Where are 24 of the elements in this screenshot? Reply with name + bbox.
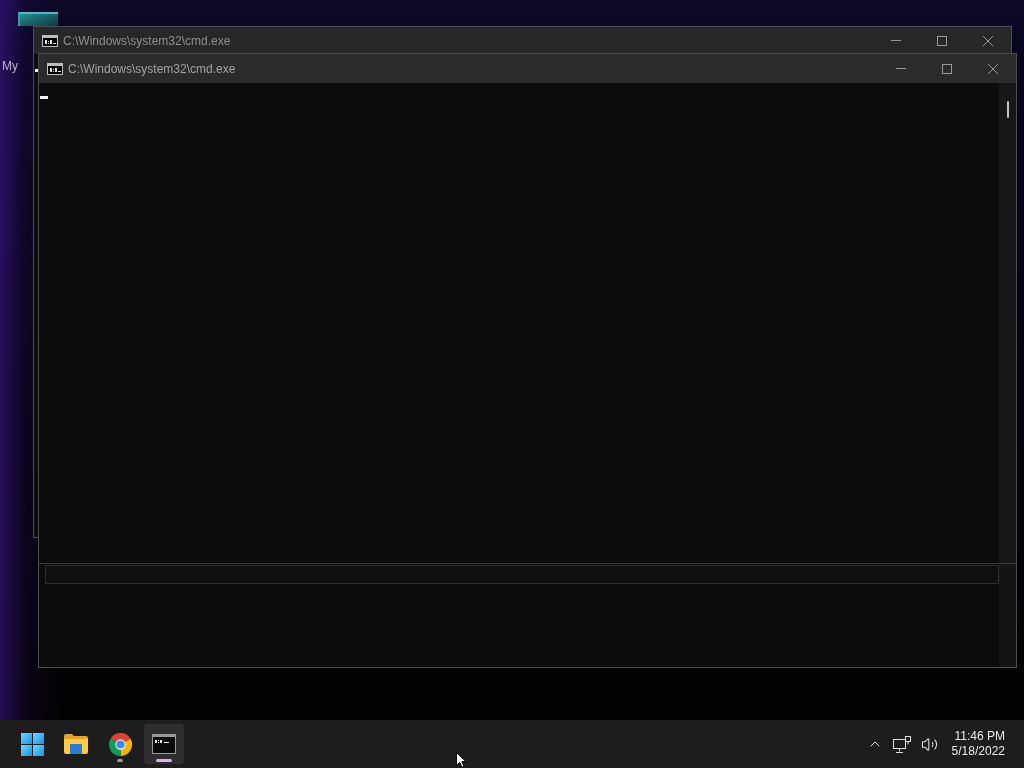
close-icon [983,35,993,46]
terminal-icon [47,62,63,75]
text-cursor [40,96,48,99]
volume-icon[interactable] [920,735,938,753]
window-title: C:\Windows\system32\cmd.exe [63,33,231,48]
desktop-icon-label[interactable]: My [2,59,18,73]
minimize-icon [891,40,901,41]
mouse-pointer-icon [456,752,467,768]
desktop-shortcut-icon[interactable] [18,12,58,26]
clock-date: 5/18/2022 [951,744,1005,759]
clock-time: 11:46 PM [954,729,1005,744]
minimize-icon [896,68,906,69]
terminal-icon [42,34,58,47]
browser-icon [108,732,132,756]
terminal-button[interactable] [144,724,184,764]
scrollbar-thumb [1006,101,1009,118]
window-title: C:\Windows\system32\cmd.exe [68,61,236,76]
folder-icon [64,734,88,754]
close-icon [988,63,998,74]
maximize-icon [937,35,947,46]
maximize-icon [942,63,952,74]
terminal-icon [152,734,176,754]
start-icon [20,732,44,756]
network-icon[interactable] [892,735,911,753]
